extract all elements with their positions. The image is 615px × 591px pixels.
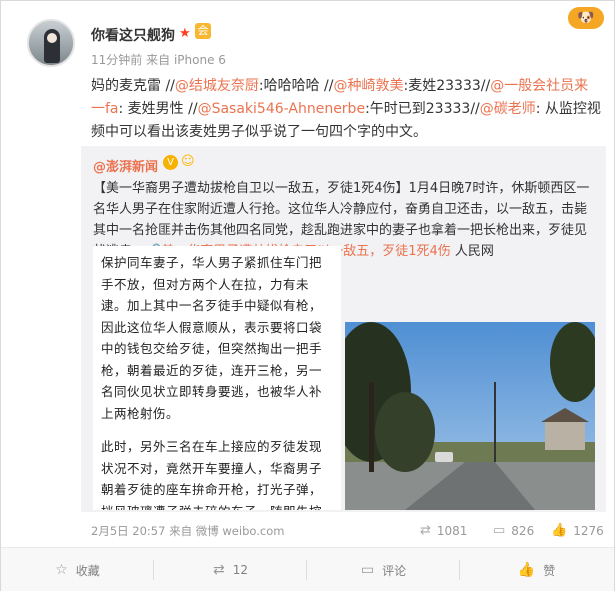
reposted-content: @澎湃新闻 V ☺ 【美一华裔男子遭劫拔枪自卫以一敌五，歹徒1死4伤】1月4日晚…	[81, 146, 606, 512]
post-text-segment: :哈哈哈哈 //	[258, 78, 334, 94]
thumbs-up-icon: 👍	[551, 523, 568, 538]
member-badge-icon[interactable]: 会	[195, 23, 211, 39]
thumbs-up-icon: 👍	[517, 562, 536, 578]
comments-count: 826	[511, 523, 535, 538]
verified-icon: V	[163, 155, 178, 170]
post-meta: 11分钟前 来自 iPhone 6	[91, 51, 226, 68]
source-prefix: 来自	[146, 53, 171, 67]
favorite-label: 收藏	[75, 563, 100, 578]
like-button[interactable]: 👍 赞	[460, 548, 613, 591]
post-text-segment: 妈的麦克雷 //	[91, 78, 175, 94]
repost-button[interactable]: ⇄ 12	[154, 548, 307, 591]
likes-count: 1276	[573, 523, 604, 538]
mention-link[interactable]: @结城友奈厨	[175, 78, 259, 94]
comment-bubble-icon: ▭	[360, 562, 375, 578]
repost-source[interactable]: 微博 weibo.com	[196, 524, 285, 538]
article-screenshot-image[interactable]: 保护同车妻子，华人男子紧抓住车门把手不放，但对方两个人在拉，力有未逮。加上其中一…	[93, 246, 341, 510]
repost-meta: 2月5日 20:57 来自 微博 weibo.com	[91, 523, 284, 539]
repost-images: 保护同车妻子，华人男子紧抓住车门把手不放，但对方两个人在拉，力有未逮。加上其中一…	[93, 246, 595, 510]
reposts-count: 1081	[436, 523, 468, 538]
star-outline-icon: ☆	[55, 562, 68, 578]
repost-arrows-icon: ⇄	[420, 523, 431, 538]
post-author-name[interactable]: 你看这只舰狗	[91, 25, 175, 45]
mention-link[interactable]: @碳老师	[480, 101, 536, 117]
comment-bubble-icon: ▭	[493, 523, 506, 538]
comment-label: 评论	[382, 563, 407, 578]
source-prefix: 来自	[169, 524, 193, 538]
like-label: 赞	[543, 563, 556, 578]
avatar[interactable]	[27, 19, 75, 67]
mention-link[interactable]: @种崎敦美	[334, 78, 404, 94]
repost-stat-reposts[interactable]: ⇄ 1081	[420, 523, 467, 538]
post-body: 妈的麦克雷 //@结城友奈厨:哈哈哈哈 //@种崎敦美:麦姓23333//@一般…	[91, 75, 601, 144]
repost-count: 12	[232, 563, 248, 577]
dog-icon[interactable]: 🐶	[568, 7, 604, 29]
article-paragraph: 保护同车妻子，华人男子紧抓住车门把手不放，但对方两个人在拉，力有未逮。加上其中一…	[101, 255, 323, 421]
emoji-icon: ☺	[181, 154, 195, 169]
street-photo-image[interactable]	[345, 322, 595, 510]
weibo-post-card: 🐶 你看这只舰狗 ★ 会 11分钟前 来自 iPhone 6 妈的麦克雷 //@…	[0, 0, 615, 591]
post-text-segment: :午时已到23333//	[365, 101, 480, 117]
action-bar: ☆ 收藏 ⇄ 12 ▭ 评论 👍 赞	[1, 547, 614, 591]
repost-date[interactable]: 2月5日 20:57	[91, 524, 165, 538]
repost-stat-comments[interactable]: ▭ 826	[493, 523, 534, 538]
repost-author-link[interactable]: @澎湃新闻	[93, 156, 158, 175]
article-paragraph: 此时，另外三名在车上接应的歹徒发现状况不对，竟然开车要撞人，华裔男子朝着歹徒的座…	[101, 439, 323, 510]
comment-button[interactable]: ▭ 评论	[307, 548, 460, 591]
post-text-segment: : 麦姓男性 //	[118, 101, 198, 117]
star-badge-icon: ★	[179, 26, 191, 41]
repost-arrows-icon: ⇄	[212, 562, 225, 578]
post-source[interactable]: iPhone 6	[174, 53, 226, 67]
post-text-segment: :麦姓23333//	[403, 78, 491, 94]
post-time[interactable]: 11分钟前	[91, 53, 142, 67]
favorite-button[interactable]: ☆ 收藏	[1, 548, 154, 591]
mention-link[interactable]: @Sasaki546-Ahnenerbe	[198, 101, 365, 117]
repost-stat-likes[interactable]: 👍 1276	[551, 523, 604, 538]
